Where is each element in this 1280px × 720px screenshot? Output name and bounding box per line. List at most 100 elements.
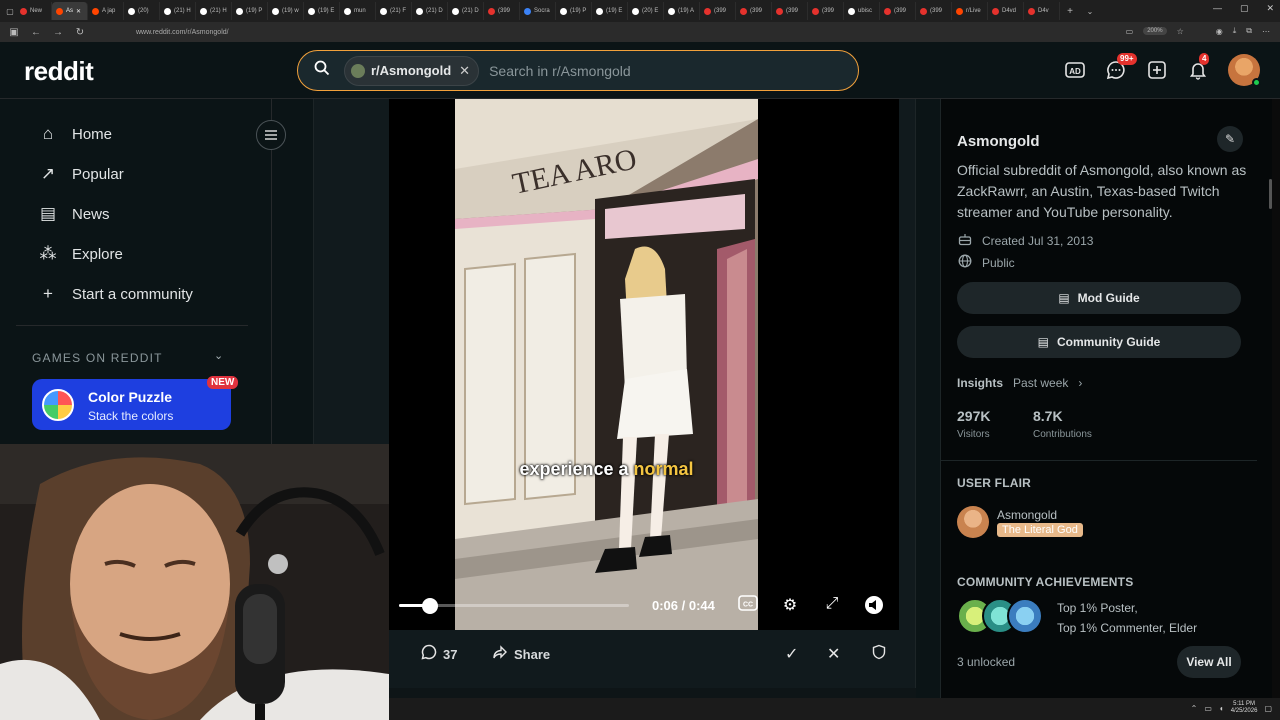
new-tab-icon[interactable]: + (1064, 6, 1076, 17)
notifications-tray-icon[interactable]: ▢ (1264, 704, 1272, 713)
volume-icon[interactable] (863, 595, 885, 620)
screen-cast-icon[interactable]: ▭ (1126, 27, 1134, 36)
user-avatar[interactable] (1228, 54, 1261, 87)
tab-list-icon[interactable]: ⌄ (1084, 7, 1096, 16)
share-button[interactable]: Share (492, 644, 550, 665)
browser-tab[interactable]: (399 (772, 2, 808, 20)
nav-item-news[interactable]: ▤ News (38, 204, 110, 224)
browser-tab[interactable]: As ✕ (52, 2, 88, 20)
notifications-bell-icon[interactable]: 4 (1187, 53, 1210, 81)
video-frame[interactable]: TEA ARO experience a normal (455, 99, 758, 630)
browser-tab[interactable]: r/Live (952, 2, 988, 20)
mod-guide-button[interactable]: ▤ Mod Guide (957, 282, 1241, 314)
flair-tag[interactable]: The Literal God (997, 523, 1083, 537)
sidebar-toggle-icon[interactable]: ▣ (8, 27, 20, 38)
closed-captions-icon[interactable]: CC (737, 595, 759, 616)
tab-favicon-icon (20, 7, 27, 15)
comments-button[interactable]: 37 (421, 644, 457, 665)
browser-tab[interactable]: (399 (700, 2, 736, 20)
sidebar-scrollbar[interactable] (1269, 179, 1272, 209)
browser-tab[interactable]: (21) F (376, 2, 412, 20)
chat-icon[interactable]: 99+ (1105, 53, 1137, 81)
browser-tab[interactable]: Socra (520, 2, 556, 20)
browser-tab[interactable]: (399 (808, 2, 844, 20)
close-window-icon[interactable]: ✕ (1266, 3, 1274, 14)
browser-tab[interactable]: (21) D (412, 2, 448, 20)
color-puzzle-game-card[interactable]: Color Puzzle Stack the colors (32, 379, 231, 430)
browser-tab[interactable]: (19) w (268, 2, 304, 20)
search-input[interactable]: Search in r/Asmongold (489, 63, 631, 79)
browser-tab[interactable]: (20) E (628, 2, 664, 20)
nav-item-start-a-community[interactable]: + Start a community (38, 284, 193, 304)
create-post-icon[interactable] (1146, 59, 1168, 81)
reddit-logo[interactable]: reddit (24, 56, 94, 87)
browser-tab[interactable]: D4v (1024, 2, 1060, 20)
browser-tab[interactable]: (399 (916, 2, 952, 20)
scrubber-handle[interactable] (422, 598, 439, 614)
browser-tab[interactable]: (19) P (556, 2, 592, 20)
browser-tab[interactable]: (21) H (196, 2, 232, 20)
remove-icon[interactable]: ✕ (827, 644, 840, 664)
games-section-heading[interactable]: GAMES ON REDDIT (32, 351, 163, 365)
insights-row[interactable]: Insights Past week › (957, 376, 1082, 390)
browser-tab[interactable]: mun (340, 2, 376, 20)
browser-menu-icon[interactable]: ⋯ (1262, 27, 1270, 36)
browser-tab[interactable]: (19) E (304, 2, 340, 20)
close-tab-icon[interactable]: ✕ (76, 8, 81, 15)
video-scrubber[interactable] (399, 598, 629, 614)
browser-tab[interactable]: (20) (124, 2, 160, 20)
browser-tab[interactable]: (19) A (664, 2, 700, 20)
browser-tab[interactable]: (399 (736, 2, 772, 20)
collapse-sidebar-button[interactable] (256, 120, 286, 150)
tray-expand-icon[interactable]: ⌃ (1191, 704, 1198, 713)
reload-icon[interactable]: ↻ (74, 27, 86, 38)
url-field[interactable]: www.reddit.com/r/Asmongold/ (136, 29, 229, 36)
minimize-icon[interactable]: — (1213, 3, 1222, 14)
browser-tab[interactable]: (19) E (592, 2, 628, 20)
extensions-icon[interactable]: ⧉ (1246, 26, 1252, 36)
approve-icon[interactable]: ✓ (785, 644, 798, 664)
advertise-icon[interactable]: AD (1064, 59, 1086, 81)
settings-gear-icon[interactable]: ⚙ (779, 595, 801, 615)
plus-icon: + (43, 284, 53, 303)
subreddit-search-chip[interactable]: r/Asmongold ✕ (344, 55, 480, 86)
user-flair-heading: USER FLAIR (957, 476, 1031, 490)
tab-actions-icon[interactable]: ▢ (4, 7, 16, 16)
browser-tab[interactable]: (399 (880, 2, 916, 20)
community-guide-button[interactable]: ▤ Community Guide (957, 326, 1241, 358)
insights-period[interactable]: Past week (1013, 376, 1068, 390)
profile-icon[interactable]: ◉ (1216, 27, 1223, 36)
address-bar-actions: ▭ 200% ☆ ◉ ⤓ ⧉ ⋯ (1126, 26, 1270, 36)
search-bar[interactable]: r/Asmongold ✕ Search in r/Asmongold (297, 50, 859, 91)
network-icon[interactable]: ▭ (1204, 704, 1212, 713)
edit-pencil-icon[interactable]: ✎ (1217, 126, 1243, 152)
bookmark-star-icon[interactable]: ☆ (1177, 27, 1184, 36)
system-clock[interactable]: 5:11 PM 4/25/2026 (1231, 701, 1258, 715)
maximize-icon[interactable]: ▢ (1240, 3, 1249, 14)
sidebar-divider (16, 325, 248, 326)
view-all-button[interactable]: View All (1177, 646, 1241, 678)
browser-tab[interactable]: ubisc (844, 2, 880, 20)
download-icon[interactable]: ⤓ (1233, 26, 1237, 36)
browser-tab[interactable]: (19) P (232, 2, 268, 20)
back-icon[interactable]: ← (30, 27, 42, 38)
nav-item-home[interactable]: ⌂ Home (38, 124, 112, 144)
zoom-indicator[interactable]: 200% (1143, 27, 1167, 35)
nav-item-popular[interactable]: ↗ Popular (38, 164, 124, 184)
browser-tab[interactable]: New (16, 2, 52, 20)
browser-tab[interactable]: (21) H (160, 2, 196, 20)
browser-tab[interactable]: (21) D (448, 2, 484, 20)
speaker-icon[interactable]: ◖ (1219, 704, 1224, 713)
browser-tab[interactable]: (399 (484, 2, 520, 20)
achievement-badges[interactable] (957, 598, 1043, 636)
browser-tab[interactable]: A jap (88, 2, 124, 20)
remove-chip-icon[interactable]: ✕ (459, 63, 470, 79)
contributions-value: 8.7K (1033, 408, 1063, 424)
browser-tab[interactable]: D4vd (988, 2, 1024, 20)
nav-item-explore[interactable]: ⁂ Explore (38, 244, 123, 264)
chevron-right-icon[interactable]: › (1078, 376, 1082, 390)
chevron-down-icon[interactable]: ⌄ (214, 349, 223, 362)
mod-shield-icon[interactable] (871, 644, 887, 660)
forward-icon[interactable]: → (52, 27, 64, 38)
fullscreen-icon[interactable]: ⤢ (821, 595, 843, 613)
